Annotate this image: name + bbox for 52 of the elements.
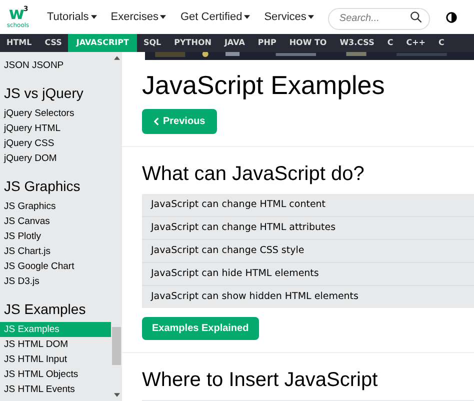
example-link[interactable]: JavaScript can show hidden HTML elements [142, 286, 474, 308]
sidebar-heading: JS vs jQuery [3, 84, 84, 103]
topic-tab[interactable]: HTML [0, 34, 38, 52]
search-icon[interactable] [410, 11, 422, 23]
sidebar-link[interactable]: jQuery HTML [0, 121, 111, 136]
sidebar-link[interactable]: jQuery DOM [0, 151, 111, 166]
menu-dropdown[interactable]: Services [264, 11, 314, 23]
topic-tab[interactable]: C++ [400, 34, 432, 52]
search-field[interactable]: Search... [328, 8, 430, 30]
topic-tab[interactable]: PYTHON [168, 34, 218, 52]
sidebar-link[interactable]: jQuery Selectors [0, 106, 111, 121]
sidebar-link[interactable]: JS Google Chart [0, 259, 111, 274]
example-link[interactable]: JavaScript can hide HTML elements [142, 263, 474, 285]
section-heading: What can JavaScript do? [142, 163, 366, 186]
topic-tab[interactable]: PHP [251, 34, 283, 52]
topic-tab[interactable]: HOW TO [282, 34, 334, 52]
caret-icon [90, 15, 97, 19]
topic-tab[interactable]: C [432, 34, 451, 52]
sidebar-link[interactable]: jQuery CSS [0, 136, 111, 151]
topic-tab[interactable]: JAVA [218, 34, 252, 52]
scroll-down-icon[interactable] [114, 393, 120, 397]
scroll-up-icon[interactable] [114, 56, 120, 60]
sidebar-link[interactable]: JS Plotly [0, 229, 111, 244]
menu-dropdown[interactable]: Exercises [110, 11, 166, 23]
page-title: JavaScript Examples [142, 70, 386, 101]
sidebar-heading: JS Graphics [3, 177, 82, 196]
caret-icon [244, 15, 250, 19]
sidebar-link[interactable]: JS HTML Objects [0, 367, 111, 382]
example-link[interactable]: JavaScript can change CSS style [142, 240, 474, 262]
sidebar-link[interactable]: JS Canvas [0, 214, 111, 229]
menu-dropdown[interactable]: Tutorials [47, 11, 97, 23]
sidebar-link[interactable]: JSON JSONP [0, 58, 111, 73]
contrast-icon[interactable] [446, 12, 458, 22]
topic-tab[interactable]: CSS [38, 34, 68, 52]
sidebar-link[interactable]: JS Chart.js [0, 244, 111, 259]
topic-tab[interactable]: SQL [136, 34, 168, 52]
caret-icon [308, 15, 314, 19]
sidebar-link[interactable]: JS HTML Events [0, 382, 111, 397]
sidebar-link[interactable]: JS Graphics [0, 199, 111, 214]
caret-icon [160, 15, 166, 19]
section-heading: Where to Insert JavaScript [142, 369, 379, 392]
sidebar-link[interactable]: JS HTML Input [0, 352, 111, 367]
chevron-left-icon [154, 117, 159, 126]
scroll-thumb[interactable] [112, 327, 121, 365]
sidebar-link[interactable]: JS D3.js [0, 274, 111, 289]
example-link[interactable]: JavaScript can change HTML attributes [142, 217, 474, 239]
menu-dropdown[interactable]: Get Certified [180, 11, 250, 23]
topic-tab[interactable]: W3.CSS [333, 34, 381, 52]
sidebar-link[interactable]: JS HTML DOM [0, 337, 111, 352]
sidebar-heading: JS Examples [3, 300, 87, 319]
example-link[interactable]: JavaScript can change HTML content [142, 194, 474, 216]
topic-tab[interactable]: C [380, 34, 400, 52]
